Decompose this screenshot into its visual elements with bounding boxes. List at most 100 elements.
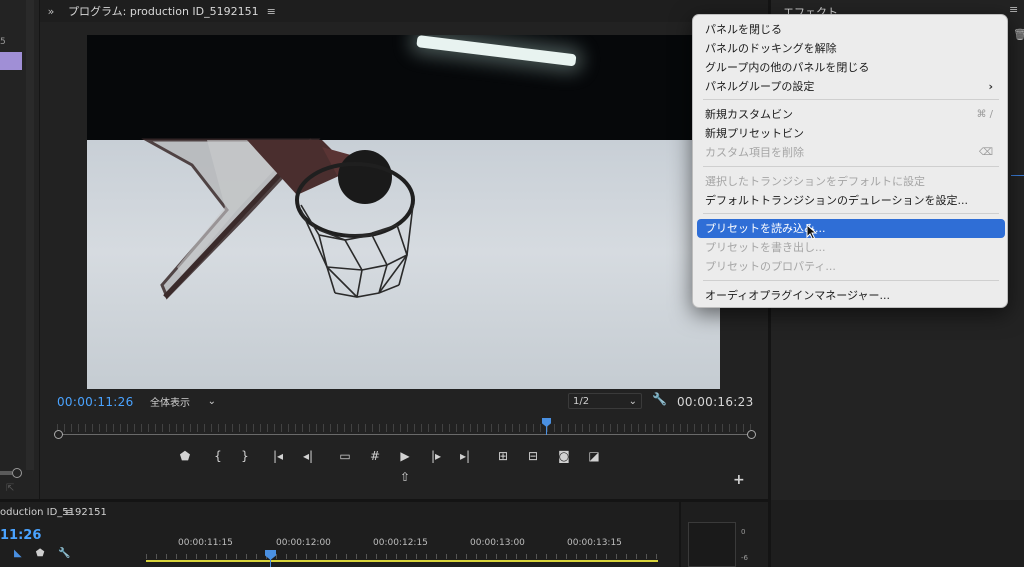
chevron-right-icon: › xyxy=(988,80,993,93)
premiere-window: 5 ⇱ » プログラム: production ID_5192151 ≡ 00:… xyxy=(0,0,1024,567)
plus-icon[interactable]: + xyxy=(733,472,745,488)
chevron-down-icon: ⌄ xyxy=(207,395,216,407)
mark-in-icon[interactable]: { xyxy=(207,446,229,466)
go-to-in-icon[interactable]: |◂ xyxy=(267,446,289,466)
menu-item[interactable]: グループ内の他のパネルを閉じる xyxy=(697,58,1005,77)
menu-item-label: グループ内の他のパネルを閉じる xyxy=(705,61,870,74)
duration-timecode: 00:00:16:23 xyxy=(677,395,754,409)
export-icon[interactable]: ⇱ xyxy=(6,483,14,494)
camera-icon[interactable]: ◙ xyxy=(553,446,575,466)
menu-separator xyxy=(703,166,999,167)
ruler-label: 00:00:11:15 xyxy=(178,538,233,548)
menu-item-label: パネルを閉じる xyxy=(705,23,782,36)
go-to-out-icon[interactable]: ▸| xyxy=(454,446,476,466)
timeline-panel: oduction ID_5192151 ≡ 11:26 ◣ ⬟ 🔧 00:00:… xyxy=(0,502,768,567)
grid-icon[interactable]: # xyxy=(364,446,386,466)
meter-label-0: 0 xyxy=(741,528,746,536)
menu-shortcut: ⌘ / xyxy=(976,109,993,120)
play-icon[interactable]: ▶ xyxy=(394,446,416,466)
ruler-label: 00:00:12:15 xyxy=(373,538,428,548)
export-frame-icon[interactable]: ⇧ xyxy=(396,470,414,486)
playback-resolution-select[interactable]: 1/2 ⌄ xyxy=(568,393,642,409)
trash-icon[interactable]: 🗑 xyxy=(1013,28,1024,41)
zoom-bar-left-handle[interactable] xyxy=(54,430,63,439)
add-marker-icon[interactable]: ⬟ xyxy=(174,446,196,466)
menu-item[interactable]: プリセットを読み込み... xyxy=(697,219,1005,238)
ruler-label: 00:00:12:00 xyxy=(276,538,331,548)
current-timecode[interactable]: 00:00:11:26 xyxy=(57,395,134,409)
menu-item[interactable]: オーディオプラグインマネージャー... xyxy=(697,286,1005,305)
fit-zoom-select[interactable]: 全体表示 ⌄ xyxy=(146,393,220,409)
menu-item-label: 新規プリセットビン xyxy=(705,127,804,140)
selected-bin-swatch[interactable] xyxy=(0,52,22,70)
transport-controls: ⬟ {} |◂ ◂| ▭ # ▶ |▸ ▸| ⊞ ⊟ ◙ ◪ xyxy=(172,446,612,466)
zoom-slider-handle[interactable] xyxy=(12,468,22,478)
safe-margins-icon[interactable]: ▭ xyxy=(334,446,356,466)
mark-out-icon[interactable]: } xyxy=(234,446,256,466)
menu-item[interactable]: パネルを閉じる xyxy=(697,20,1005,39)
hamburger-icon[interactable]: ≡ xyxy=(64,506,73,519)
menu-item: 選択したトランジションをデフォルトに設定 xyxy=(697,172,1005,191)
zoom-slider-track[interactable] xyxy=(0,471,12,475)
double-chevron-icon[interactable]: » xyxy=(40,5,62,18)
menu-item-label: カスタム項目を削除 xyxy=(705,146,804,159)
timeline-sequence-title[interactable]: oduction ID_5192151 xyxy=(0,507,107,518)
marker-icon[interactable]: ⬟ xyxy=(36,548,45,562)
panel-context-menu: パネルを閉じる パネルのドッキングを解除 グループ内の他のパネルを閉じる パネルグルー… xyxy=(692,14,1008,308)
timeline-tools: ◣ ⬟ 🔧 xyxy=(14,548,71,562)
snap-icon[interactable]: ◣ xyxy=(14,548,22,562)
menu-shortcut: ⌫ xyxy=(978,147,993,158)
extract-icon[interactable]: ⊟ xyxy=(522,446,544,466)
ruler-ticks xyxy=(57,424,753,432)
video-frame xyxy=(87,35,720,389)
hamburger-icon[interactable]: ≡ xyxy=(267,5,276,18)
work-area-bar[interactable] xyxy=(146,560,658,562)
menu-item[interactable]: パネルのドッキングを解除 xyxy=(697,39,1005,58)
program-monitor-title[interactable]: プログラム: production ID_5192151 xyxy=(68,3,259,19)
zoom-bar-right-handle[interactable] xyxy=(747,430,756,439)
menu-item: カスタム項目を削除 ⌫ xyxy=(697,143,1005,162)
menu-item-label: 選択したトランジションをデフォルトに設定 xyxy=(705,175,925,188)
menu-item: プリセットのプロパティ... xyxy=(697,257,1005,276)
menu-item-label: オーディオプラグインマネージャー... xyxy=(705,289,890,302)
resolution-label: 1/2 xyxy=(573,395,590,407)
menu-separator xyxy=(703,213,999,214)
basketball-hoop-illustration xyxy=(141,138,415,300)
menu-item[interactable]: 新規カスタムビン ⌘ / xyxy=(697,105,1005,124)
menu-item-label: パネルグループの設定 xyxy=(705,80,815,93)
panel-fragment-text: 5 xyxy=(0,37,6,47)
step-forward-icon[interactable]: |▸ xyxy=(425,446,447,466)
timeline-playhead-line xyxy=(270,558,271,567)
hamburger-icon[interactable]: ≡ xyxy=(1009,3,1018,16)
step-back-icon[interactable]: ◂| xyxy=(297,446,319,466)
wrench-icon[interactable]: 🔧 xyxy=(652,392,667,406)
timeline-ruler[interactable]: 00:00:11:15 00:00:12:00 00:00:12:15 00:00:1… xyxy=(146,538,658,567)
compare-icon[interactable]: ◪ xyxy=(583,446,605,466)
mouse-cursor-icon xyxy=(806,224,818,240)
vertical-scrollbar[interactable] xyxy=(26,0,34,470)
menu-item[interactable]: パネルグループの設定 › xyxy=(697,77,1005,96)
menu-separator xyxy=(703,280,999,281)
project-panel-edge: 5 ⇱ xyxy=(0,0,40,500)
ruler-label: 00:00:13:00 xyxy=(470,538,525,548)
timeline-timecode[interactable]: 11:26 xyxy=(0,528,41,543)
fit-zoom-label: 全体表示 xyxy=(150,397,190,409)
time-ruler-scrubber[interactable] xyxy=(54,418,756,444)
ruler-label: 00:00:13:15 xyxy=(567,538,622,548)
menu-item-label: パネルのドッキングを解除 xyxy=(705,42,837,55)
lift-icon[interactable]: ⊞ xyxy=(492,446,514,466)
ruler-ticks xyxy=(146,554,658,559)
menu-item-label: 新規カスタムビン xyxy=(705,108,793,121)
chevron-down-icon: ⌄ xyxy=(628,395,637,407)
menu-item[interactable]: 新規プリセットビン xyxy=(697,124,1005,143)
zoom-bar-line[interactable] xyxy=(61,434,749,435)
meter-label-minus6: -6 xyxy=(741,554,748,562)
menu-item[interactable]: デフォルトトランジションのデュレーションを設定... xyxy=(697,191,1005,210)
menu-item-label: プリセットを書き出し... xyxy=(705,241,826,254)
panel-divider-vertical[interactable] xyxy=(679,500,681,567)
menu-item-label: プリセットのプロパティ... xyxy=(705,260,836,273)
playhead-line xyxy=(546,426,547,435)
audio-meter xyxy=(688,522,736,567)
wrench-icon[interactable]: 🔧 xyxy=(58,548,70,562)
menu-item: プリセットを書き出し... xyxy=(697,238,1005,257)
